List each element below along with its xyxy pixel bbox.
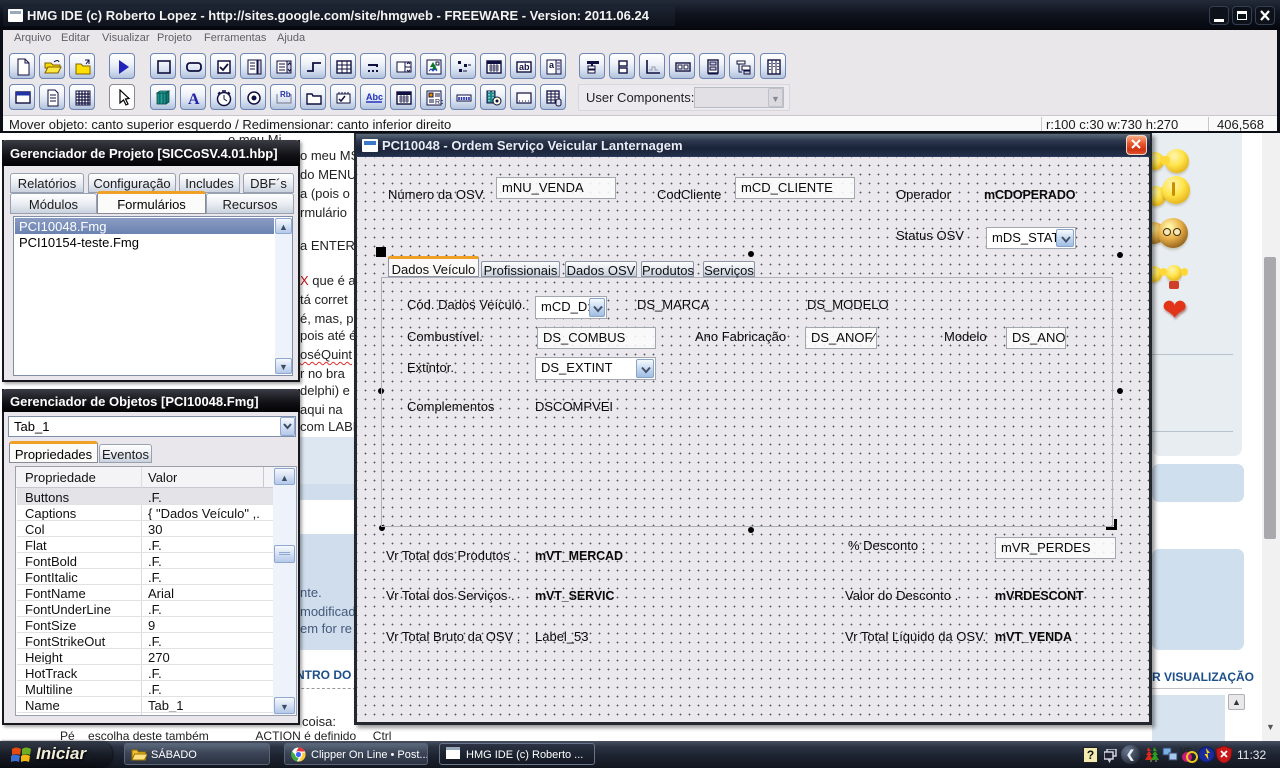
svg-text:A: A (188, 91, 200, 107)
svg-text:ab: ab (519, 62, 530, 72)
svg-text:Rb: Rb (280, 90, 291, 99)
svg-text:Abcd: Abcd (366, 92, 383, 102)
svg-text:Rb: Rb (435, 99, 443, 106)
